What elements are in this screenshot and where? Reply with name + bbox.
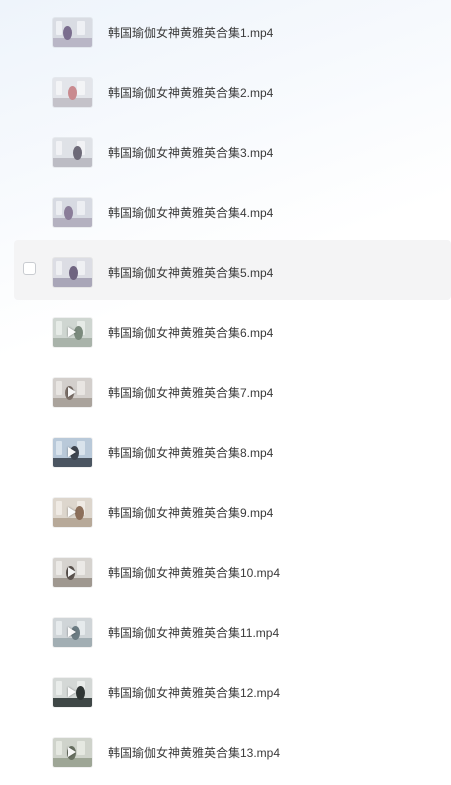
file-row[interactable]: 韩国瑜伽女神黄雅英合集8.mp4 — [14, 420, 451, 480]
file-name[interactable]: 韩国瑜伽女神黄雅英合集8.mp4 — [108, 445, 273, 461]
file-name[interactable]: 韩国瑜伽女神黄雅英合集9.mp4 — [108, 505, 273, 521]
video-thumbnail-icon[interactable] — [53, 258, 92, 287]
file-name[interactable]: 韩国瑜伽女神黄雅英合集10.mp4 — [108, 565, 280, 581]
video-thumbnail-icon[interactable] — [53, 558, 92, 587]
file-list: 韩国瑜伽女神黄雅英合集1.mp4 韩国瑜伽女神黄雅英合集2.mp4 韩国瑜伽女神黄雅… — [14, 0, 451, 780]
file-row[interactable]: 韩国瑜伽女神黄雅英合集5.mp4 — [14, 240, 451, 300]
row-checkbox[interactable] — [23, 262, 36, 275]
file-name[interactable]: 韩国瑜伽女神黄雅英合集6.mp4 — [108, 325, 273, 341]
file-name[interactable]: 韩国瑜伽女神黄雅英合集1.mp4 — [108, 25, 273, 41]
file-name[interactable]: 韩国瑜伽女神黄雅英合集12.mp4 — [108, 685, 280, 701]
video-thumbnail-icon[interactable] — [53, 138, 92, 167]
video-thumbnail-icon[interactable] — [53, 378, 92, 407]
play-icon — [68, 447, 76, 457]
play-icon — [68, 507, 76, 517]
video-thumbnail-icon[interactable] — [53, 318, 92, 347]
file-row[interactable]: 韩国瑜伽女神黄雅英合集2.mp4 — [14, 60, 451, 120]
video-thumbnail-icon[interactable] — [53, 198, 92, 227]
file-name[interactable]: 韩国瑜伽女神黄雅英合集11.mp4 — [108, 625, 279, 641]
file-row[interactable]: 韩国瑜伽女神黄雅英合集3.mp4 — [14, 120, 451, 180]
video-thumbnail-icon[interactable] — [53, 738, 92, 767]
file-row[interactable]: 韩国瑜伽女神黄雅英合集6.mp4 — [14, 300, 451, 360]
file-row[interactable]: 韩国瑜伽女神黄雅英合集12.mp4 — [14, 660, 451, 720]
play-icon — [68, 327, 76, 337]
video-thumbnail-icon[interactable] — [53, 438, 92, 467]
play-icon — [68, 627, 76, 637]
play-icon — [68, 387, 76, 397]
file-name[interactable]: 韩国瑜伽女神黄雅英合集4.mp4 — [108, 205, 273, 221]
file-row[interactable]: 韩国瑜伽女神黄雅英合集10.mp4 — [14, 540, 451, 600]
file-row[interactable]: 韩国瑜伽女神黄雅英合集11.mp4 — [14, 600, 451, 660]
file-row[interactable]: 韩国瑜伽女神黄雅英合集4.mp4 — [14, 180, 451, 240]
file-name[interactable]: 韩国瑜伽女神黄雅英合集2.mp4 — [108, 85, 273, 101]
file-name[interactable]: 韩国瑜伽女神黄雅英合集13.mp4 — [108, 745, 280, 761]
file-name[interactable]: 韩国瑜伽女神黄雅英合集5.mp4 — [108, 265, 273, 281]
file-row[interactable]: 韩国瑜伽女神黄雅英合集7.mp4 — [14, 360, 451, 420]
play-icon — [68, 567, 76, 577]
file-row[interactable]: 韩国瑜伽女神黄雅英合集13.mp4 — [14, 720, 451, 780]
file-name[interactable]: 韩国瑜伽女神黄雅英合集3.mp4 — [108, 145, 273, 161]
file-name[interactable]: 韩国瑜伽女神黄雅英合集7.mp4 — [108, 385, 273, 401]
play-icon — [68, 747, 76, 757]
video-thumbnail-icon[interactable] — [53, 78, 92, 107]
play-icon — [68, 687, 76, 697]
file-row[interactable]: 韩国瑜伽女神黄雅英合集1.mp4 — [14, 0, 451, 60]
file-row[interactable]: 韩国瑜伽女神黄雅英合集9.mp4 — [14, 480, 451, 540]
video-thumbnail-icon[interactable] — [53, 678, 92, 707]
video-thumbnail-icon[interactable] — [53, 18, 92, 47]
video-thumbnail-icon[interactable] — [53, 498, 92, 527]
video-thumbnail-icon[interactable] — [53, 618, 92, 647]
